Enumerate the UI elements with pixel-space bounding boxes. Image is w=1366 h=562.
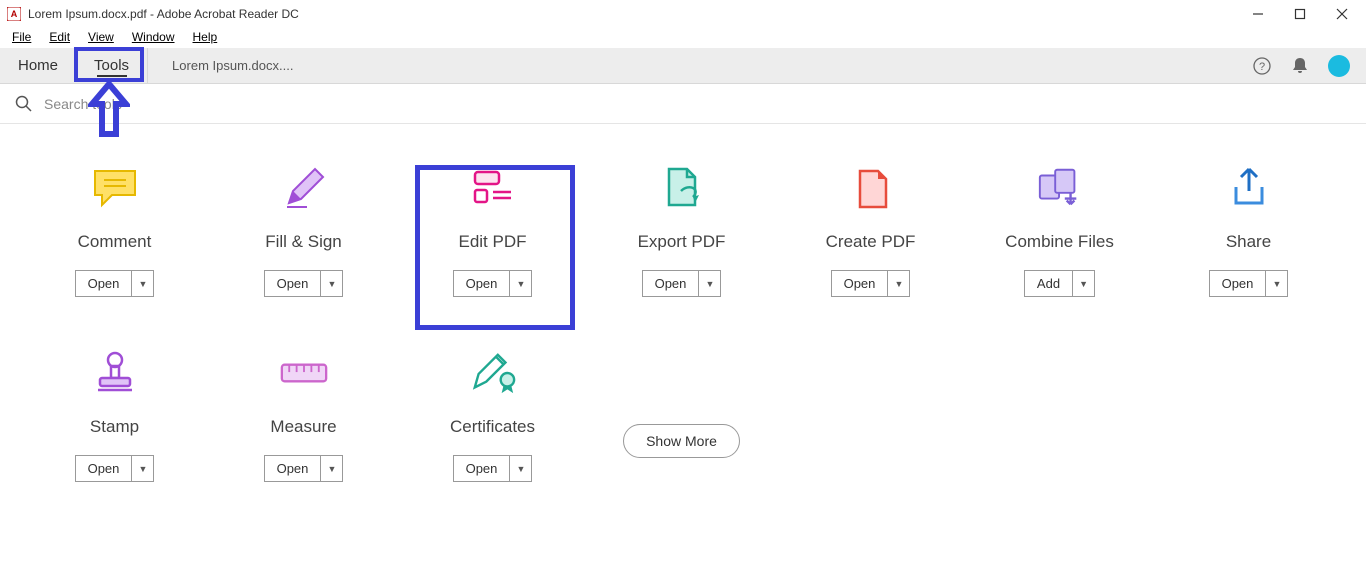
share-icon bbox=[1225, 164, 1273, 212]
minimize-button[interactable] bbox=[1248, 4, 1268, 24]
tool-measure-label: Measure bbox=[270, 417, 336, 437]
tool-comment-open-button[interactable]: Open bbox=[75, 270, 133, 297]
search-icon bbox=[14, 94, 34, 114]
comment-icon bbox=[91, 164, 139, 212]
tool-fillsign-label: Fill & Sign bbox=[265, 232, 342, 252]
tool-exportpdf-label: Export PDF bbox=[638, 232, 726, 252]
certificate-icon bbox=[469, 349, 517, 397]
avatar[interactable] bbox=[1328, 55, 1350, 77]
ruler-icon bbox=[280, 349, 328, 397]
tab-home-label: Home bbox=[18, 57, 58, 74]
window-controls bbox=[1248, 4, 1360, 24]
tool-fillsign: Fill & Sign Open ▼ bbox=[209, 164, 398, 297]
tool-fillsign-open-button[interactable]: Open bbox=[264, 270, 322, 297]
tool-createpdf-dropdown[interactable]: ▼ bbox=[888, 270, 910, 297]
tool-exportpdf-dropdown[interactable]: ▼ bbox=[699, 270, 721, 297]
tool-stamp-open-button[interactable]: Open bbox=[75, 455, 133, 482]
app-icon: A bbox=[6, 6, 22, 22]
show-more-button[interactable]: Show More bbox=[623, 424, 740, 458]
tool-share: Share Open ▼ bbox=[1154, 164, 1343, 297]
tool-share-dropdown[interactable]: ▼ bbox=[1266, 270, 1288, 297]
tool-combine-dropdown[interactable]: ▼ bbox=[1073, 270, 1095, 297]
edit-pdf-icon bbox=[469, 164, 517, 212]
menu-help[interactable]: Help bbox=[185, 28, 226, 48]
tab-tools-label: Tools bbox=[94, 57, 129, 74]
tool-stamp: Stamp Open ▼ bbox=[20, 349, 209, 482]
tool-measure-dropdown[interactable]: ▼ bbox=[321, 455, 343, 482]
maximize-button[interactable] bbox=[1290, 4, 1310, 24]
tool-combine: Combine Files Add ▼ bbox=[965, 164, 1154, 297]
search-input[interactable] bbox=[44, 96, 344, 112]
tool-share-open-button[interactable]: Open bbox=[1209, 270, 1267, 297]
menu-edit[interactable]: Edit bbox=[41, 28, 78, 48]
help-icon[interactable]: ? bbox=[1252, 56, 1272, 76]
tool-editpdf: Edit PDF Open ▼ bbox=[398, 164, 587, 297]
tool-combine-add-button[interactable]: Add bbox=[1024, 270, 1073, 297]
tool-certificates-dropdown[interactable]: ▼ bbox=[510, 455, 532, 482]
pen-icon bbox=[280, 164, 328, 212]
tool-exportpdf-open-button[interactable]: Open bbox=[642, 270, 700, 297]
svg-text:?: ? bbox=[1259, 61, 1265, 73]
tool-editpdf-open-button[interactable]: Open bbox=[453, 270, 511, 297]
tool-exportpdf: Export PDF Open ▼ bbox=[587, 164, 776, 297]
tool-fillsign-dropdown[interactable]: ▼ bbox=[321, 270, 343, 297]
tab-home[interactable]: Home bbox=[0, 48, 76, 83]
tool-createpdf-label: Create PDF bbox=[826, 232, 916, 252]
combine-files-icon bbox=[1036, 164, 1084, 212]
menu-file[interactable]: File bbox=[4, 28, 39, 48]
tool-certificates: Certificates Open ▼ bbox=[398, 349, 587, 482]
tool-comment-label: Comment bbox=[78, 232, 152, 252]
tool-certificates-label: Certificates bbox=[450, 417, 535, 437]
export-pdf-icon bbox=[658, 164, 706, 212]
tab-tools[interactable]: Tools bbox=[76, 48, 147, 83]
menu-window[interactable]: Window bbox=[124, 28, 183, 48]
tool-stamp-label: Stamp bbox=[90, 417, 139, 437]
tool-createpdf-open-button[interactable]: Open bbox=[831, 270, 889, 297]
menu-view[interactable]: View bbox=[80, 28, 122, 48]
tab-document-label: Lorem Ipsum.docx.... bbox=[172, 58, 293, 73]
tool-editpdf-dropdown[interactable]: ▼ bbox=[510, 270, 532, 297]
tool-stamp-dropdown[interactable]: ▼ bbox=[132, 455, 154, 482]
tool-certificates-open-button[interactable]: Open bbox=[453, 455, 511, 482]
tool-comment-dropdown[interactable]: ▼ bbox=[132, 270, 154, 297]
window-title: Lorem Ipsum.docx.pdf - Adobe Acrobat Rea… bbox=[28, 7, 1248, 21]
create-pdf-icon bbox=[847, 164, 895, 212]
tool-share-label: Share bbox=[1226, 232, 1271, 252]
show-more-wrap: Show More bbox=[587, 349, 776, 482]
tool-measure: Measure Open ▼ bbox=[209, 349, 398, 482]
tab-bar: Home Tools Lorem Ipsum.docx.... ? bbox=[0, 48, 1366, 84]
tools-grid: Comment Open ▼ Fill & Sign Open ▼ Edit P… bbox=[0, 124, 1366, 522]
bell-icon[interactable] bbox=[1290, 56, 1310, 76]
close-button[interactable] bbox=[1332, 4, 1352, 24]
tool-combine-label: Combine Files bbox=[1005, 232, 1114, 252]
stamp-icon bbox=[91, 349, 139, 397]
tool-measure-open-button[interactable]: Open bbox=[264, 455, 322, 482]
title-bar: A Lorem Ipsum.docx.pdf - Adobe Acrobat R… bbox=[0, 0, 1366, 28]
search-bar bbox=[0, 84, 1366, 124]
tool-createpdf: Create PDF Open ▼ bbox=[776, 164, 965, 297]
tool-comment: Comment Open ▼ bbox=[20, 164, 209, 297]
tab-document[interactable]: Lorem Ipsum.docx.... bbox=[147, 48, 317, 83]
tool-editpdf-label: Edit PDF bbox=[458, 232, 526, 252]
svg-text:A: A bbox=[11, 9, 18, 19]
menu-bar: File Edit View Window Help bbox=[0, 28, 1366, 48]
